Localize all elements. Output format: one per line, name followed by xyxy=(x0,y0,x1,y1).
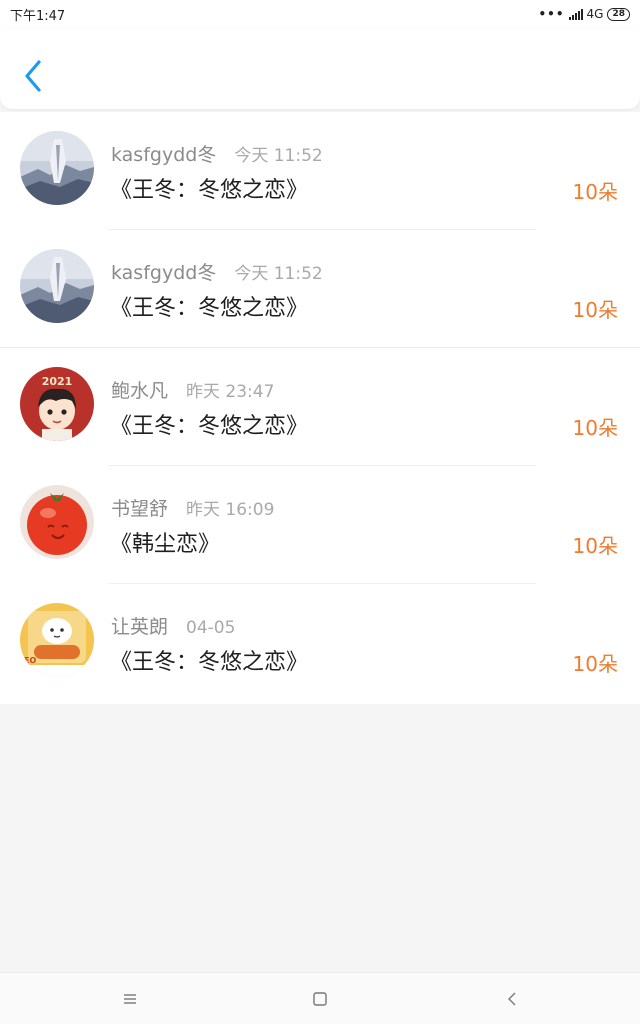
flower-amount: 10朵 xyxy=(572,652,618,676)
list-item[interactable]: EO 让英朗 04-05 《王冬：冬悠之恋》 10朵 xyxy=(0,584,640,702)
avatar[interactable] xyxy=(20,485,94,559)
system-nav-bar xyxy=(0,972,640,1024)
avatar[interactable]: 2021 xyxy=(20,367,94,441)
signal-icon xyxy=(568,8,583,20)
home-button[interactable] xyxy=(308,987,332,1011)
user-name: kasfgydd冬 xyxy=(111,262,217,284)
triangle-back-icon xyxy=(508,992,516,1006)
more-dots-icon: ••• xyxy=(538,7,565,21)
chevron-left-icon xyxy=(25,60,41,92)
status-time: 下午1:47 xyxy=(10,8,66,24)
header xyxy=(0,28,640,109)
user-name: kasfgydd冬 xyxy=(111,144,217,166)
anime-scenery-avatar xyxy=(20,249,94,323)
battery-icon: 28 xyxy=(607,7,630,21)
avatar[interactable] xyxy=(20,249,94,323)
gift-record-list: kasfgydd冬 今天 11:52 《王冬：冬悠之恋》 10朵 kasfgyd… xyxy=(0,112,640,704)
timestamp: 昨天 23:47 xyxy=(186,382,275,402)
list-item[interactable]: kasfgydd冬 今天 11:52 《王冬：冬悠之恋》 10朵 xyxy=(0,230,640,348)
item-meta: kasfgydd冬 今天 11:52 xyxy=(111,258,323,285)
timestamp: 04-05 xyxy=(186,618,236,638)
list-item[interactable]: 2021 鲍水凡 昨天 23:47 《王冬：冬悠之恋》 10朵 xyxy=(0,348,640,466)
timestamp: 今天 11:52 xyxy=(234,264,323,284)
book-title: 《韩尘恋》 xyxy=(110,532,221,557)
timestamp: 昨天 16:09 xyxy=(186,500,275,520)
avatar[interactable]: EO xyxy=(20,603,94,677)
flower-amount: 10朵 xyxy=(572,534,618,558)
menu-icon xyxy=(124,994,136,1004)
book-title: 《王冬：冬悠之恋》 xyxy=(110,178,309,203)
item-meta: 鲍水凡 昨天 23:47 xyxy=(111,376,274,403)
cartoon-boy-2021-avatar: 2021 xyxy=(20,367,94,441)
book-title: 《王冬：冬悠之恋》 xyxy=(110,296,309,321)
user-name: 鲍水凡 xyxy=(111,380,169,402)
avatar[interactable] xyxy=(20,131,94,205)
svg-text:2021: 2021 xyxy=(42,375,73,388)
cartoon-sticker-avatar: EO xyxy=(20,603,94,677)
tomato-face-avatar xyxy=(20,485,94,559)
square-home-icon xyxy=(313,992,327,1006)
list-item[interactable]: kasfgydd冬 今天 11:52 《王冬：冬悠之恋》 10朵 xyxy=(0,112,640,230)
list-item[interactable]: 书望舒 昨天 16:09 《韩尘恋》 10朵 xyxy=(0,466,640,584)
status-bar: 下午1:47 ••• 4G 28 xyxy=(0,0,640,28)
network-type: 4G xyxy=(586,7,604,21)
item-meta: 让英朗 04-05 xyxy=(111,612,235,639)
item-meta: 书望舒 昨天 16:09 xyxy=(111,494,274,521)
system-back-button[interactable] xyxy=(500,987,524,1011)
book-title: 《王冬：冬悠之恋》 xyxy=(110,650,309,675)
user-name: 书望舒 xyxy=(111,498,169,520)
book-title: 《王冬：冬悠之恋》 xyxy=(110,414,309,439)
user-name: 让英朗 xyxy=(111,616,169,638)
flower-amount: 10朵 xyxy=(572,298,618,322)
back-button[interactable] xyxy=(18,56,48,96)
svg-text:EO: EO xyxy=(24,656,36,665)
flower-amount: 10朵 xyxy=(572,416,618,440)
menu-button[interactable] xyxy=(118,987,142,1011)
status-icons: ••• 4G 28 xyxy=(539,7,630,21)
item-meta: kasfgydd冬 今天 11:52 xyxy=(111,140,323,167)
flower-amount: 10朵 xyxy=(572,180,618,204)
timestamp: 今天 11:52 xyxy=(234,146,323,166)
anime-scenery-avatar xyxy=(20,131,94,205)
